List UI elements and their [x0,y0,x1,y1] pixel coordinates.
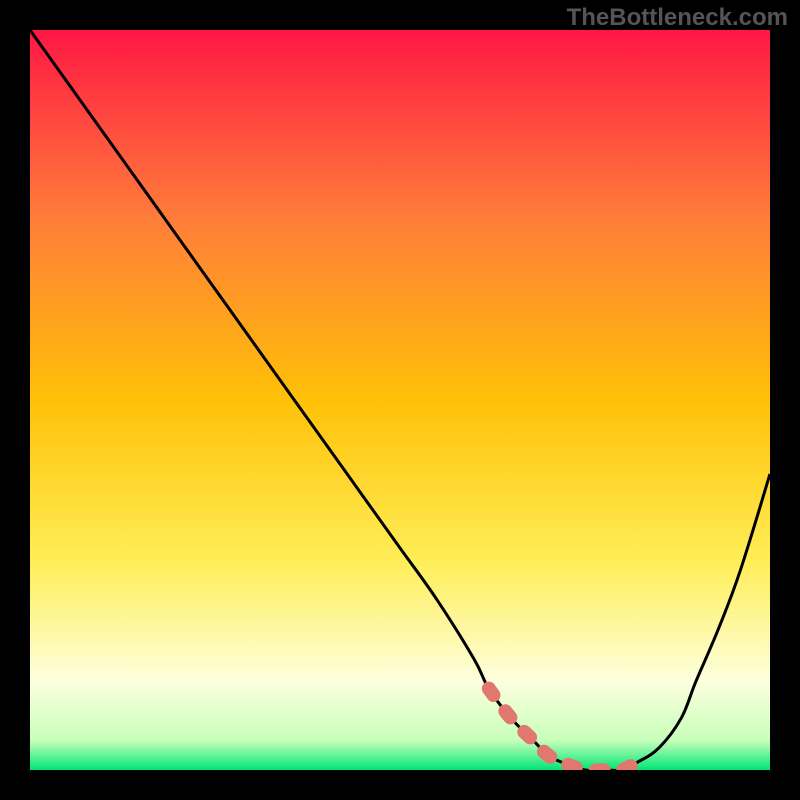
chart-container: TheBottleneck.com [0,0,800,800]
watermark-text: TheBottleneck.com [567,4,788,32]
plot-area [30,30,770,770]
bottleneck-chart [30,30,770,770]
gradient-background [30,30,770,770]
